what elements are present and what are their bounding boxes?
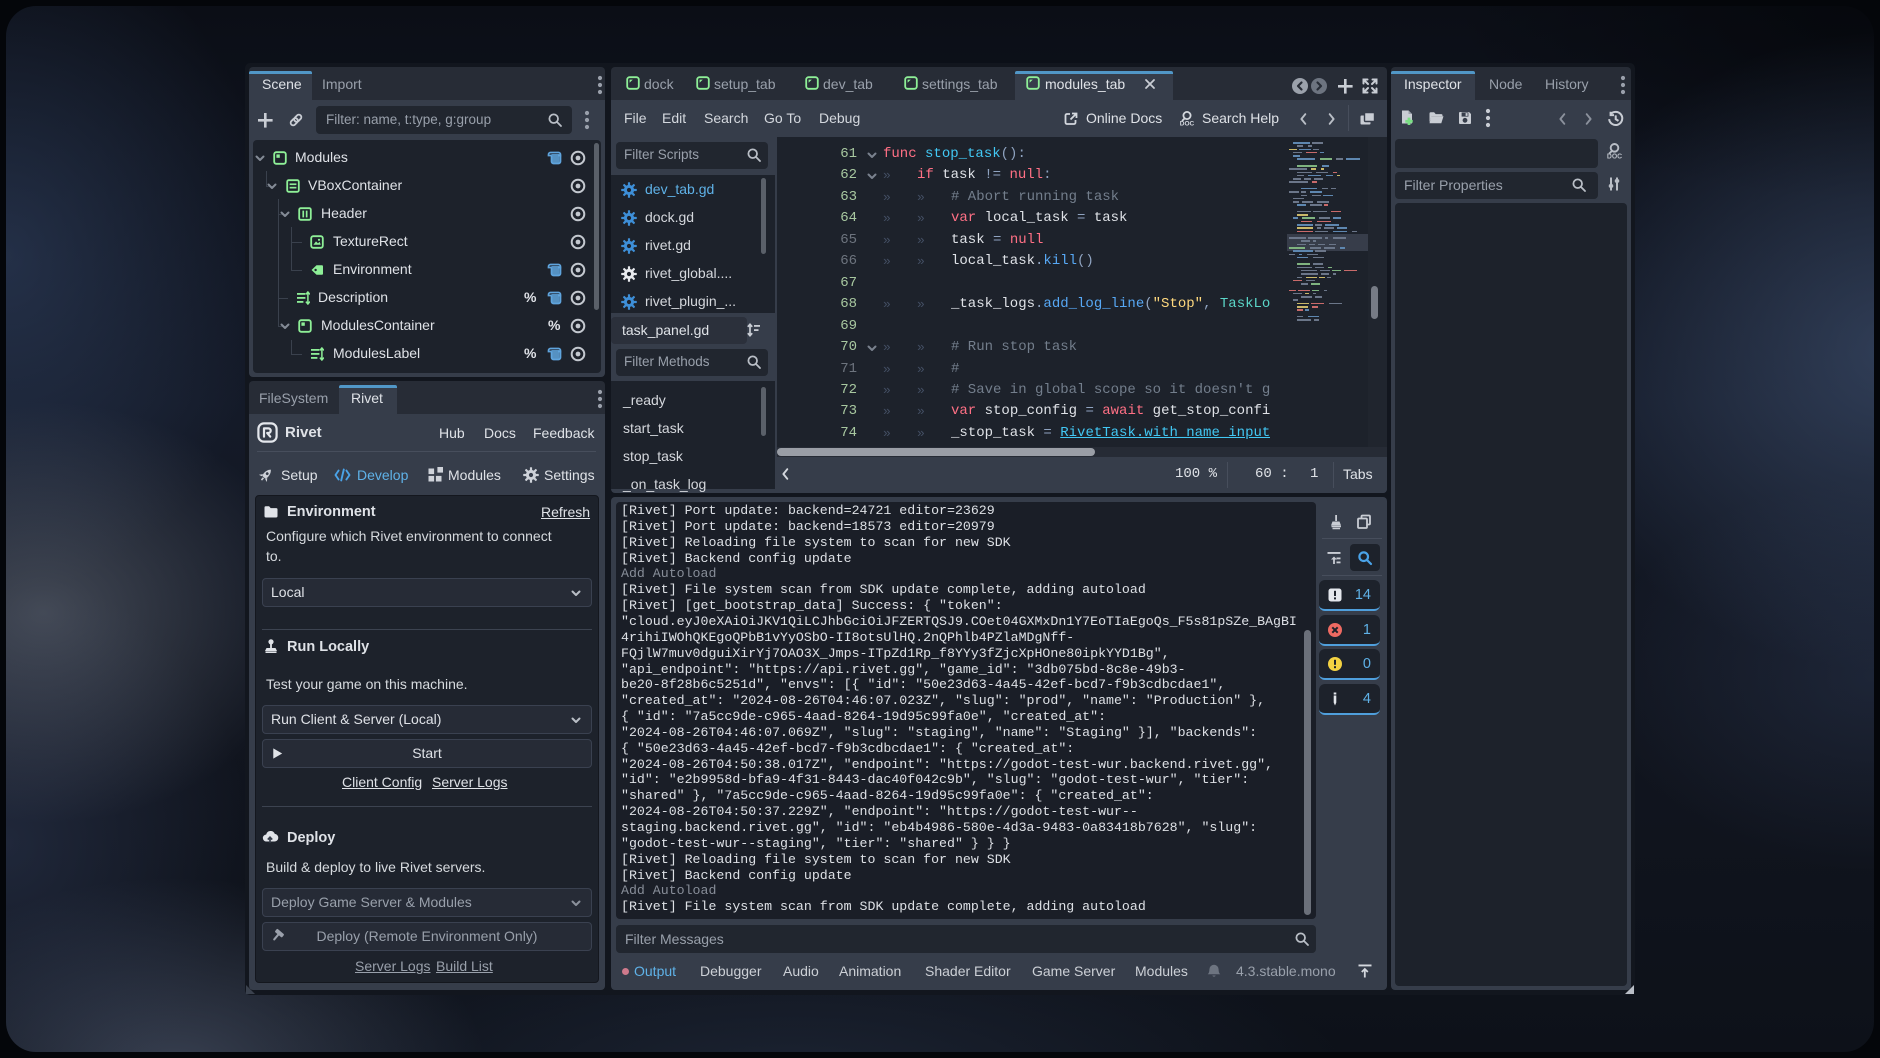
svg-text:DOC: DOC [1180, 121, 1195, 128]
svg-text:DOC: DOC [1607, 153, 1622, 160]
